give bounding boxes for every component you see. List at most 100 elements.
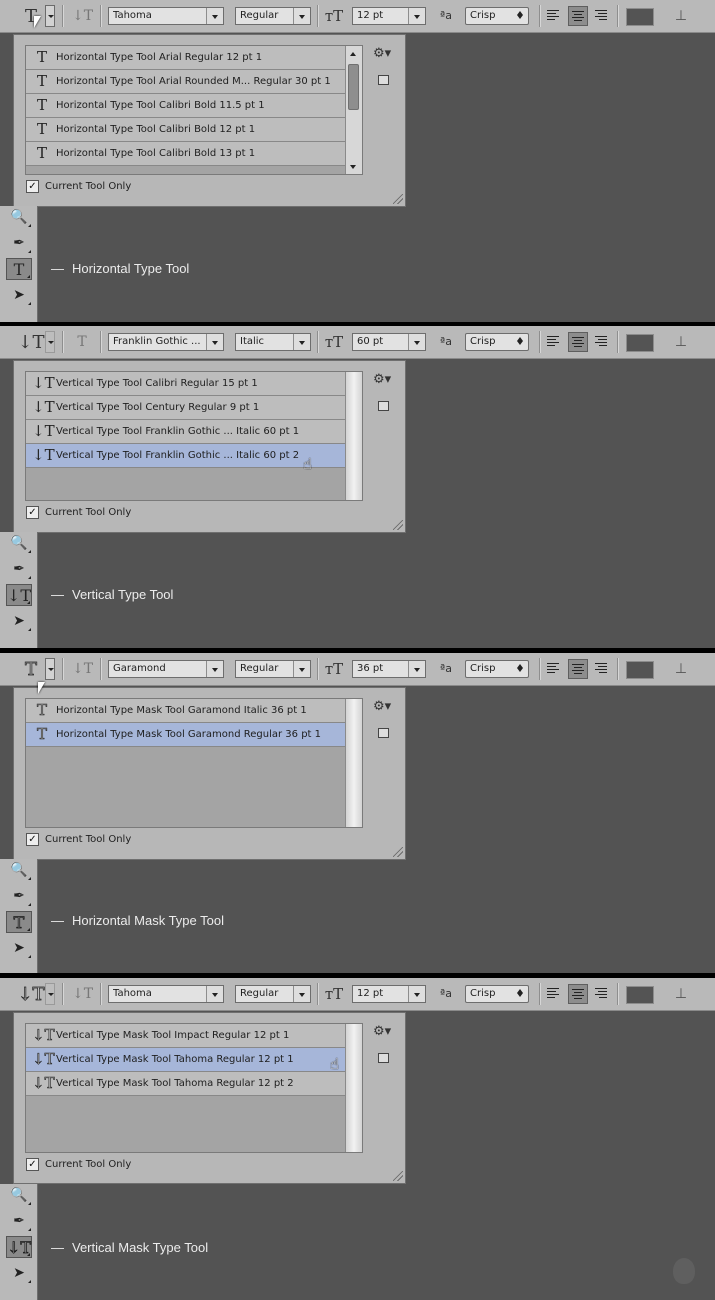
tool-preset-icon[interactable]: ↓T [17, 331, 45, 355]
font-size-dropdown[interactable]: 12 pt [352, 985, 426, 1003]
list-item[interactable]: ↓T Vertical Type Tool Franklin Gothic ...… [26, 420, 345, 444]
new-preset-icon[interactable] [378, 401, 389, 411]
toggle-orientation-icon[interactable]: T [72, 332, 92, 352]
align-center-button[interactable] [568, 6, 588, 26]
current-tool-only-checkbox[interactable]: ✓ [26, 506, 39, 519]
list-item[interactable]: T Horizontal Type Mask Tool Garamond Ital… [26, 699, 345, 723]
font-size-dropdown[interactable]: 12 pt [352, 7, 426, 25]
scrollbar[interactable] [345, 46, 362, 174]
toggle-orientation-icon[interactable]: ↓T [72, 6, 93, 26]
anti-alias-dropdown[interactable]: Crisp [465, 985, 529, 1003]
font-family-dropdown[interactable]: Tahoma [108, 985, 224, 1003]
resize-grip[interactable] [393, 194, 403, 204]
active-type-tool-icon[interactable]: ↓T [6, 584, 32, 606]
warp-text-icon[interactable]: ⊥ [670, 5, 692, 27]
list-item[interactable]: ↓T Vertical Type Mask Tool Tahoma Regular… [26, 1072, 345, 1096]
list-item[interactable]: ↓T Vertical Type Tool Calibri Regular 15 … [26, 372, 345, 396]
gear-icon[interactable]: ⚙▾ [373, 1023, 395, 1041]
align-left-button[interactable] [544, 659, 564, 679]
tool-preset-picker-button[interactable] [45, 331, 55, 353]
align-center-button[interactable] [568, 659, 588, 679]
list-item[interactable]: ↓T Vertical Type Mask Tool Tahoma Regular… [26, 1048, 345, 1072]
font-style-dropdown[interactable]: Regular [235, 7, 311, 25]
warp-text-icon[interactable]: ⊥ [670, 983, 692, 1005]
new-preset-icon[interactable] [378, 75, 389, 85]
scrollbar[interactable] [345, 372, 362, 500]
font-family-dropdown[interactable]: Tahoma [108, 7, 224, 25]
current-tool-only-checkbox[interactable]: ✓ [26, 833, 39, 846]
active-type-mask-tool-icon[interactable]: ↓T [6, 1236, 32, 1258]
font-family-dropdown[interactable]: Garamond [108, 660, 224, 678]
anti-alias-dropdown[interactable]: Crisp [465, 7, 529, 25]
font-style-dropdown[interactable]: Regular [235, 660, 311, 678]
list-item[interactable]: ↓T Vertical Type Mask Tool Impact Regular… [26, 1024, 345, 1048]
path-selection-tool-icon[interactable]: ➤ [6, 284, 32, 306]
active-type-tool-icon[interactable]: T [6, 258, 32, 280]
anti-alias-dropdown[interactable]: Crisp [465, 660, 529, 678]
toggle-orientation-icon[interactable]: ↓T [72, 659, 93, 679]
list-item[interactable]: T Horizontal Type Mask Tool Garamond Regu… [26, 723, 345, 747]
path-selection-tool-icon[interactable]: ➤ [6, 1262, 32, 1284]
tool-preset-picker-button[interactable] [45, 658, 55, 680]
new-preset-icon[interactable] [378, 728, 389, 738]
list-item[interactable]: T Horizontal Type Tool Calibri Bold 13 pt… [26, 142, 345, 166]
align-right-button[interactable] [592, 6, 612, 26]
scroll-down-icon[interactable] [350, 165, 356, 169]
align-left-button[interactable] [544, 6, 564, 26]
active-type-mask-tool-icon[interactable]: T [6, 911, 32, 933]
tool-preset-picker-button[interactable] [45, 5, 55, 27]
pen-tool-icon[interactable]: ✒ [6, 558, 32, 580]
align-center-button[interactable] [568, 332, 588, 352]
warp-text-icon[interactable]: ⊥ [670, 331, 692, 353]
resize-grip[interactable] [393, 1171, 403, 1181]
list-item[interactable]: T Horizontal Type Tool Arial Regular 12 p… [26, 46, 345, 70]
gear-icon[interactable]: ⚙▾ [373, 45, 395, 63]
resize-grip[interactable] [393, 520, 403, 530]
tool-preset-picker-button[interactable] [45, 983, 55, 1005]
font-style-dropdown[interactable]: Regular [235, 985, 311, 1003]
path-selection-tool-icon[interactable]: ➤ [6, 610, 32, 632]
font-size-dropdown[interactable]: 60 pt [352, 333, 426, 351]
list-item[interactable]: ↓T Vertical Type Tool Century Regular 9 p… [26, 396, 345, 420]
toggle-orientation-icon[interactable]: ↓T [72, 984, 93, 1004]
text-color-swatch[interactable] [626, 661, 654, 679]
zoom-tool-icon[interactable]: 🔍 [6, 206, 32, 228]
zoom-tool-icon[interactable]: 🔍 [6, 532, 32, 554]
new-preset-icon[interactable] [378, 1053, 389, 1063]
tool-preset-icon[interactable]: ↓T [17, 983, 45, 1007]
align-right-button[interactable] [592, 984, 612, 1004]
list-item[interactable]: T Horizontal Type Tool Calibri Bold 12 pt… [26, 118, 345, 142]
font-size-dropdown[interactable]: 36 pt [352, 660, 426, 678]
pen-tool-icon[interactable]: ✒ [6, 232, 32, 254]
scroll-thumb[interactable] [348, 64, 359, 110]
list-item[interactable]: ↓T Vertical Type Tool Franklin Gothic ...… [26, 444, 345, 468]
gear-icon[interactable]: ⚙▾ [373, 698, 395, 716]
path-selection-tool-icon[interactable]: ➤ [6, 937, 32, 959]
font-family-dropdown[interactable]: Franklin Gothic ... [108, 333, 224, 351]
scroll-up-icon[interactable] [350, 52, 356, 56]
font-style-dropdown[interactable]: Italic [235, 333, 311, 351]
align-center-button[interactable] [568, 984, 588, 1004]
anti-alias-dropdown[interactable]: Crisp [465, 333, 529, 351]
align-top-button[interactable] [544, 332, 564, 352]
list-item[interactable]: T Horizontal Type Tool Arial Rounded M...… [26, 70, 345, 94]
zoom-tool-icon[interactable]: 🔍 [6, 859, 32, 881]
pen-tool-icon[interactable]: ✒ [6, 885, 32, 907]
current-tool-only-checkbox[interactable]: ✓ [26, 1158, 39, 1171]
scrollbar[interactable] [345, 699, 362, 827]
align-right-button[interactable] [592, 659, 612, 679]
text-color-swatch[interactable] [626, 334, 654, 352]
warp-text-icon[interactable]: ⊥ [670, 658, 692, 680]
text-color-swatch[interactable] [626, 986, 654, 1004]
align-left-button[interactable] [544, 984, 564, 1004]
zoom-tool-icon[interactable]: 🔍 [6, 1184, 32, 1206]
text-color-swatch[interactable] [626, 8, 654, 26]
pen-tool-icon[interactable]: ✒ [6, 1210, 32, 1232]
gear-icon[interactable]: ⚙▾ [373, 371, 395, 389]
list-item[interactable]: T Horizontal Type Tool Calibri Bold 11.5 … [26, 94, 345, 118]
tool-preset-icon[interactable]: T [17, 658, 45, 682]
scrollbar[interactable] [345, 1024, 362, 1152]
current-tool-only-checkbox[interactable]: ✓ [26, 180, 39, 193]
align-bottom-button[interactable] [592, 332, 612, 352]
resize-grip[interactable] [393, 847, 403, 857]
